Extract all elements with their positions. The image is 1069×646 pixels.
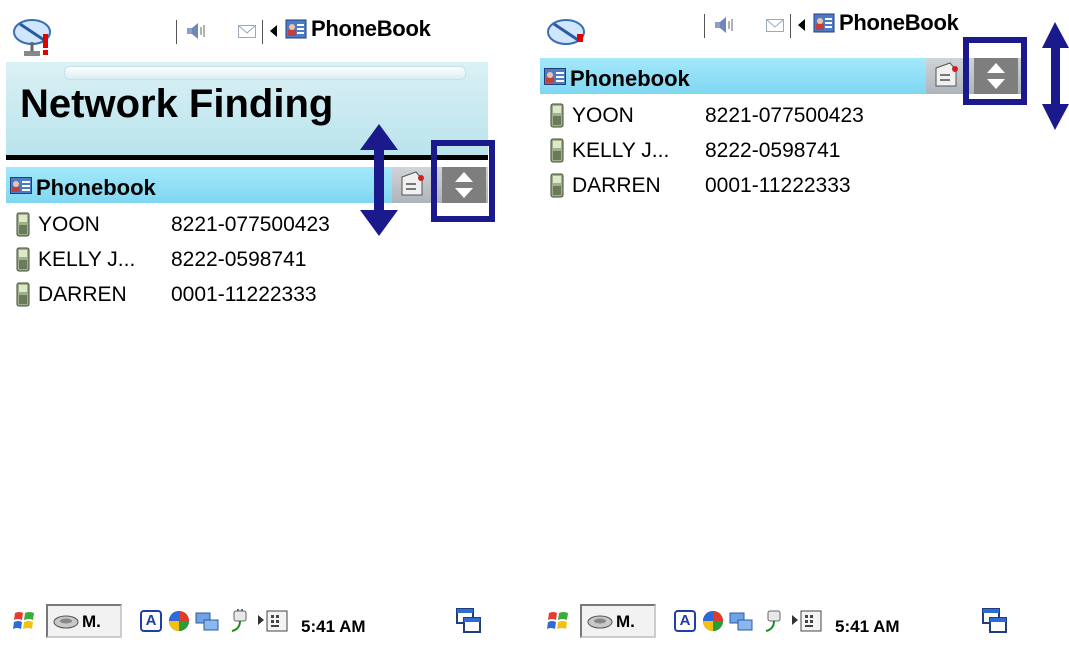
mobile-phone-icon (16, 282, 30, 307)
network-finding-header: Network Finding (6, 62, 488, 158)
contact-name: DARREN (38, 283, 127, 306)
contact-name: KELLY J... (572, 139, 670, 162)
phonebook-app-icon (285, 19, 307, 39)
network-connection-icon[interactable] (728, 610, 756, 632)
status-bar: PhoneBook (6, 0, 488, 62)
network-connection-icon[interactable] (194, 610, 222, 632)
taskbar: M. A 5:41 AM (540, 598, 1022, 646)
contact-number: 0001-11222333 (705, 174, 851, 197)
clock[interactable]: 5:41 AM (301, 617, 366, 637)
satellite-dish-icon[interactable] (10, 14, 58, 58)
mobile-phone-icon (550, 173, 564, 198)
color-wheel-icon[interactable] (168, 610, 190, 632)
windows-switcher-icon[interactable] (456, 608, 482, 634)
contact-list: YOON 8221-077500423 KELLY J... 8222-0598… (540, 99, 1022, 204)
separator (790, 14, 791, 38)
phonebook-title-bar: Phonebook (6, 167, 488, 203)
document-icon[interactable] (932, 62, 960, 88)
list-item[interactable]: DARREN 0001-11222333 (540, 169, 1022, 204)
page-title: Network Finding (20, 82, 334, 126)
speaker-icon[interactable] (714, 16, 734, 34)
windows-switcher-icon[interactable] (982, 608, 1008, 634)
app-taskbar-label: M. (616, 612, 635, 631)
vertical-double-arrow-icon (1042, 22, 1069, 130)
contact-number: 8222-0598741 (705, 139, 841, 162)
windows-flag-icon[interactable] (12, 608, 38, 634)
contact-list: YOON 8221-077500423 KELLY J... 8222-0598… (6, 208, 488, 313)
device-icon (587, 615, 613, 629)
mail-icon[interactable] (766, 19, 784, 32)
power-plug-icon[interactable] (228, 609, 254, 633)
contact-number: 8221-077500423 (171, 213, 330, 236)
highlight-box (963, 37, 1027, 105)
app-taskbar-label: M. (82, 612, 101, 631)
speaker-icon[interactable] (186, 22, 206, 40)
contact-number: 0001-11222333 (171, 283, 317, 306)
expand-arrow-icon[interactable] (792, 615, 798, 625)
tab-left-arrow-icon[interactable] (798, 19, 805, 31)
separator (176, 20, 177, 44)
contact-name: KELLY J... (38, 248, 136, 271)
phonebook-icon (544, 68, 566, 85)
contact-number: 8222-0598741 (171, 248, 307, 271)
clock[interactable]: 5:41 AM (835, 617, 900, 637)
phonebook-label: Phonebook (36, 175, 156, 200)
app-taskbar-button[interactable]: M. (46, 604, 122, 638)
windows-flag-icon[interactable] (546, 608, 572, 634)
device-icon (53, 615, 79, 629)
contact-name: DARREN (572, 174, 661, 197)
list-item[interactable]: YOON 8221-077500423 (6, 208, 488, 243)
status-bar: PhoneBook (540, 0, 1022, 62)
app-title[interactable]: PhoneBook (839, 10, 959, 36)
mobile-phone-icon (550, 103, 564, 128)
tab-left-arrow-icon[interactable] (270, 25, 277, 37)
phonebook-icon (10, 177, 32, 194)
divider (6, 155, 488, 160)
left-screen: PhoneBook Network Finding Phonebook YOON… (6, 0, 488, 646)
mail-icon[interactable] (238, 25, 256, 38)
header-decoration (64, 66, 466, 80)
color-wheel-icon[interactable] (702, 610, 724, 632)
phonebook-app-icon (813, 13, 835, 33)
app-taskbar-button[interactable]: M. (580, 604, 656, 638)
input-panel-icon[interactable]: A (140, 610, 162, 632)
keyboard-icon[interactable] (800, 610, 822, 632)
mobile-phone-icon (550, 138, 564, 163)
list-item[interactable]: KELLY J... 8222-0598741 (540, 134, 1022, 169)
power-plug-icon[interactable] (762, 609, 788, 633)
phonebook-title-bar: Phonebook (540, 58, 1022, 94)
contact-name: YOON (572, 104, 634, 127)
separator (262, 20, 263, 44)
app-title[interactable]: PhoneBook (311, 16, 431, 42)
phonebook-label: Phonebook (570, 66, 690, 91)
list-item[interactable]: DARREN 0001-11222333 (6, 278, 488, 313)
document-icon[interactable] (398, 171, 426, 197)
taskbar: M. A 5:41 AM (6, 598, 488, 646)
vertical-double-arrow-icon (360, 124, 398, 236)
separator (704, 14, 705, 38)
mobile-phone-icon (16, 247, 30, 272)
satellite-dish-icon[interactable] (544, 14, 592, 48)
list-item[interactable]: KELLY J... 8222-0598741 (6, 243, 488, 278)
keyboard-icon[interactable] (266, 610, 288, 632)
list-item[interactable]: YOON 8221-077500423 (540, 99, 1022, 134)
highlight-box (431, 140, 495, 222)
right-screen: PhoneBook Phonebook YOON 8221-077500423 … (540, 0, 1022, 646)
contact-number: 8221-077500423 (705, 104, 864, 127)
contact-name: YOON (38, 213, 100, 236)
expand-arrow-icon[interactable] (258, 615, 264, 625)
mobile-phone-icon (16, 212, 30, 237)
input-panel-icon[interactable]: A (674, 610, 696, 632)
